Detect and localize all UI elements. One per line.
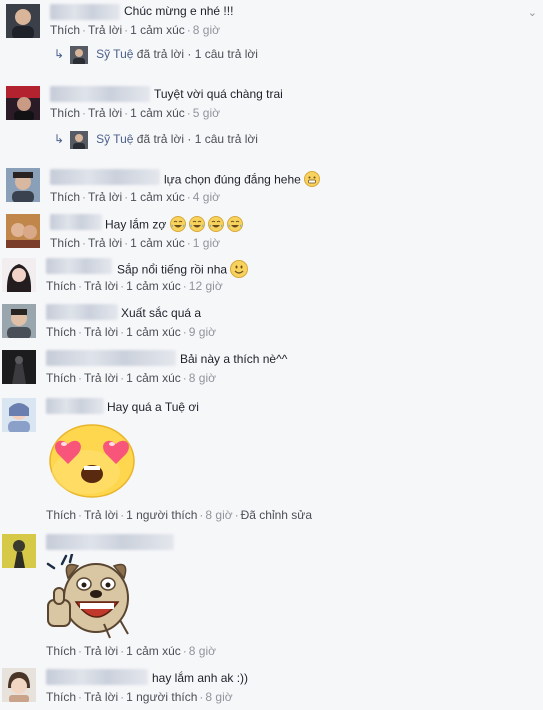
like-link[interactable]: Thích (46, 371, 76, 385)
like-link[interactable]: Thích (46, 279, 76, 293)
avatar (70, 131, 89, 149)
avatar[interactable] (2, 534, 36, 568)
heart-eyes-sticker[interactable] (46, 422, 138, 501)
timestamp[interactable]: 8 giờ (205, 690, 232, 704)
timestamp[interactable]: 8 giờ (193, 23, 220, 37)
commenter-name-blurred[interactable] (50, 86, 150, 102)
reactions-count[interactable]: 1 cảm xúc (130, 106, 185, 120)
reactions-count[interactable]: 1 người thích (126, 690, 197, 704)
like-link[interactable]: Thích (46, 325, 76, 339)
reply-link[interactable]: Trả lời (88, 106, 122, 120)
reactions-count[interactable]: 1 cảm xúc (126, 325, 181, 339)
reactions-count[interactable]: 1 cảm xúc (130, 236, 185, 250)
avatar[interactable] (6, 168, 40, 202)
reactions-count[interactable]: 1 người thích (126, 508, 197, 522)
timestamp[interactable]: 1 giờ (193, 236, 220, 250)
commenter-name-blurred[interactable] (50, 214, 102, 230)
comment-actions: Thích · Trả lời · 1 cảm xúc · 5 giờ (50, 106, 221, 120)
avatar[interactable] (6, 4, 40, 38)
reactions-count[interactable]: 1 cảm xúc (126, 371, 181, 385)
commenter-name-blurred[interactable] (46, 398, 104, 414)
reply-link[interactable]: Trả lời (84, 279, 118, 293)
reply-thread-link[interactable]: ↳ Sỹ Tuệ đã trả lời · 1 câu trả lời (54, 46, 258, 64)
comment-actions: Thích · Trả lời · 1 cảm xúc · 12 giờ (46, 279, 223, 293)
reply-arrow-icon: ↳ (54, 132, 65, 147)
reactions-count[interactable]: 1 cảm xúc (130, 190, 185, 204)
comment-text: Bải này a thích nè^^ (180, 352, 288, 366)
comment-actions: Thích · Trả lời · 1 người thích · 8 giờ · Đã chỉ… (46, 508, 313, 522)
timestamp[interactable]: 8 giờ (205, 508, 232, 522)
chevron-down-icon[interactable]: ⌄ (528, 6, 537, 19)
smiley-emoji-icon (230, 260, 249, 281)
reply-link[interactable]: Trả lời (88, 23, 122, 37)
reply-link[interactable]: Trả lời (88, 190, 122, 204)
comment-text: Hay lắm zợ (105, 216, 244, 235)
reply-arrow-icon: ↳ (54, 47, 65, 62)
timestamp[interactable]: 5 giờ (193, 106, 220, 120)
timestamp[interactable]: 8 giờ (189, 371, 216, 385)
reactions-count[interactable]: 1 cảm xúc (126, 644, 181, 658)
avatar[interactable] (6, 86, 40, 120)
avatar[interactable] (2, 668, 36, 702)
like-link[interactable]: Thích (50, 190, 80, 204)
tears-of-joy-emoji-icon (169, 216, 244, 235)
like-link[interactable]: Thích (50, 106, 80, 120)
commenter-name-blurred[interactable] (50, 4, 120, 20)
commenter-name-blurred[interactable] (46, 350, 176, 366)
reply-link[interactable]: Trả lời (84, 644, 118, 658)
timestamp[interactable]: 9 giờ (189, 325, 216, 339)
timestamp[interactable]: 8 giờ (189, 644, 216, 658)
timestamp[interactable]: 12 giờ (189, 279, 223, 293)
comment-text: Tuyệt vời quá chàng trai (154, 87, 283, 101)
commenter-name-blurred[interactable] (46, 258, 112, 274)
reply-thread-link[interactable]: ↳ Sỹ Tuệ đã trả lời · 1 câu trả lời (54, 131, 258, 149)
comment-text: Xuất sắc quá a (121, 306, 202, 320)
reply-link[interactable]: Trả lời (84, 371, 118, 385)
comment-text: Chúc mừng e nhé !!! (124, 4, 234, 18)
comment-actions: Thích · Trả lời · 1 cảm xúc · 1 giờ (50, 236, 221, 250)
avatar (70, 46, 89, 64)
commenter-name-blurred[interactable] (46, 534, 174, 550)
comment-actions: Thích · Trả lời · 1 cảm xúc · 8 giờ (46, 371, 217, 385)
comment-actions: Thích · Trả lời · 1 cảm xúc · 8 giờ (46, 644, 217, 658)
thumbs-up-dog-sticker[interactable] (44, 552, 136, 643)
comment-actions: Thích · Trả lời · 1 cảm xúc · 9 giờ (46, 325, 217, 339)
avatar[interactable] (2, 258, 36, 292)
like-link[interactable]: Thích (46, 644, 76, 658)
commenter-name-blurred[interactable] (46, 669, 148, 685)
like-link[interactable]: Thích (50, 23, 80, 37)
avatar[interactable] (6, 214, 40, 248)
comment-actions: Thích · Trả lời · 1 cảm xúc · 4 giờ (50, 190, 221, 204)
comment-text: hay lắm anh ak :)) (152, 671, 249, 685)
grinning-emoji-icon (304, 171, 321, 190)
comment-text: lựa chọn đúng đắng hehe (164, 171, 321, 190)
avatar[interactable] (2, 350, 36, 384)
reply-link[interactable]: Trả lời (84, 325, 118, 339)
reactions-count[interactable]: 1 cảm xúc (126, 279, 181, 293)
comment-actions: Thích · Trả lời · 1 cảm xúc · 8 giờ (50, 23, 221, 37)
timestamp[interactable]: 4 giờ (193, 190, 220, 204)
avatar[interactable] (2, 398, 36, 432)
like-link[interactable]: Thích (46, 690, 76, 704)
commenter-name-blurred[interactable] (46, 304, 118, 320)
reply-link[interactable]: Trả lời (84, 508, 118, 522)
comment-text: Sắp nổi tiếng rồi nha (117, 260, 249, 281)
reactions-count[interactable]: 1 cảm xúc (130, 23, 185, 37)
like-link[interactable]: Thích (50, 236, 80, 250)
commenter-name-blurred[interactable] (50, 169, 160, 185)
comment-actions: Thích · Trả lời · 1 người thích · 8 giờ (46, 690, 233, 704)
reply-link[interactable]: Trả lời (84, 690, 118, 704)
like-link[interactable]: Thích (46, 508, 76, 522)
reply-link[interactable]: Trả lời (88, 236, 122, 250)
avatar[interactable] (2, 304, 36, 338)
comment-text: Hay quá a Tuệ ơi (107, 400, 199, 414)
edited-link[interactable]: Đã chỉnh sửa (241, 508, 312, 522)
